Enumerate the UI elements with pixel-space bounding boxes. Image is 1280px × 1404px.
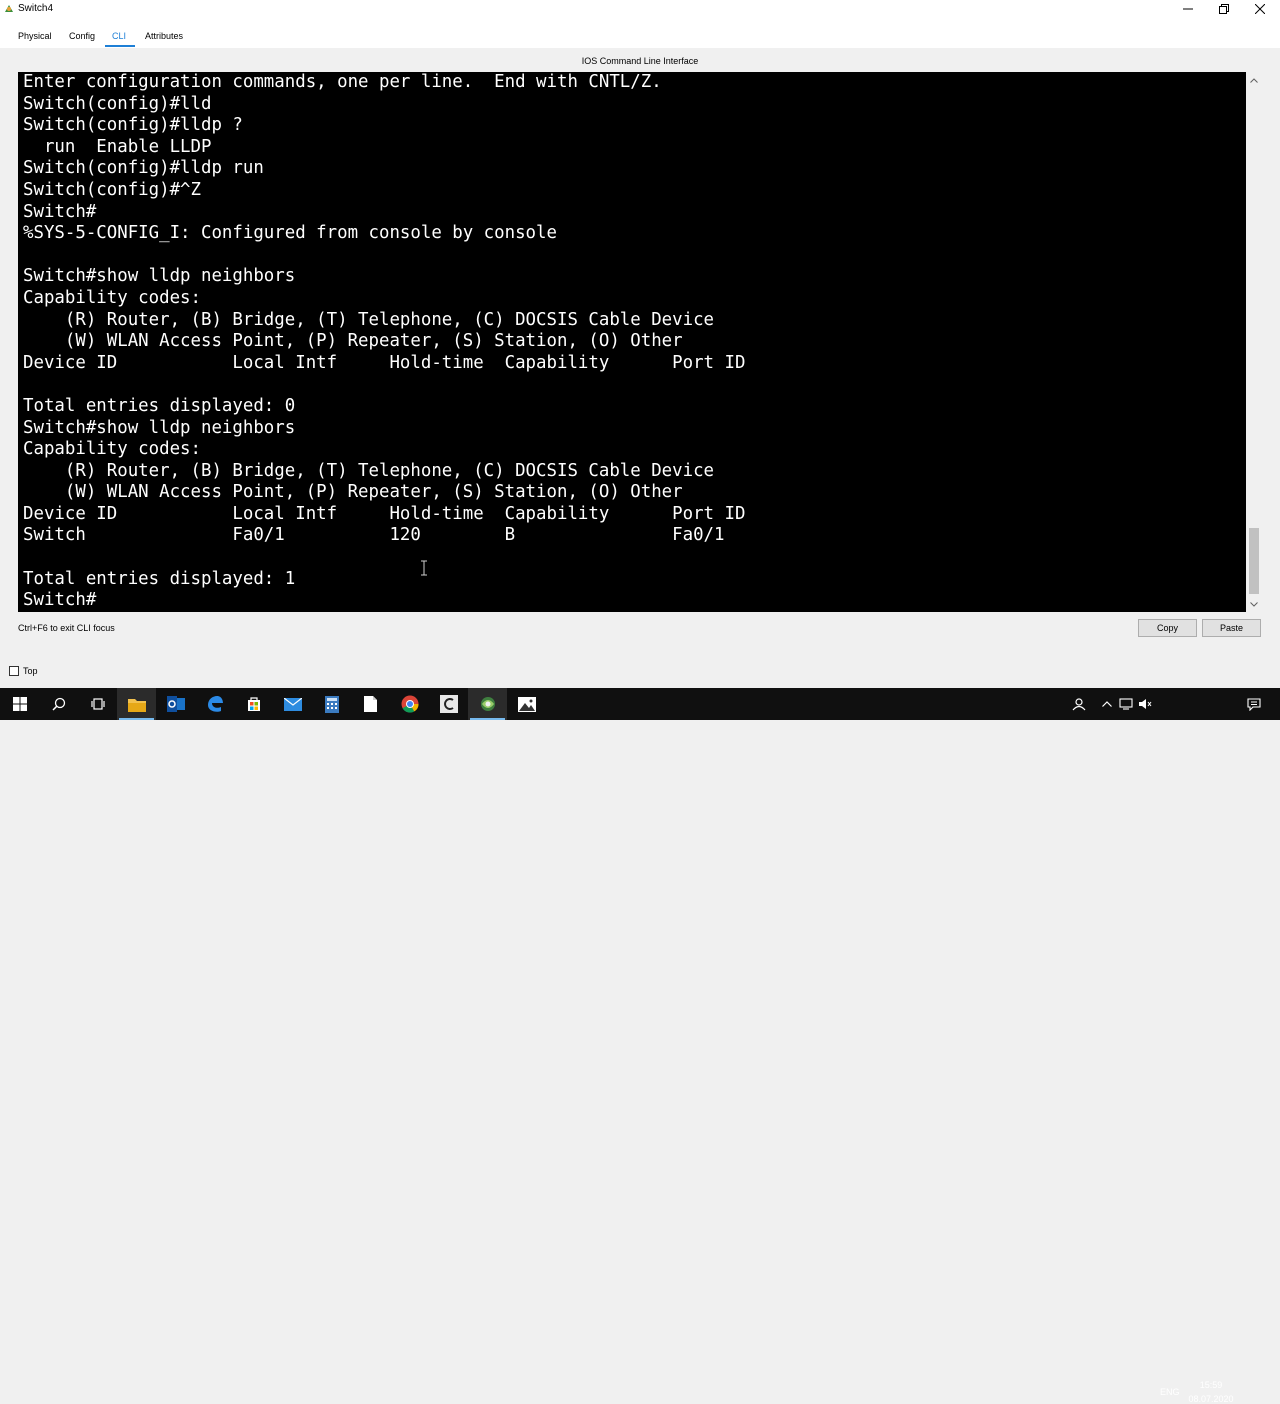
windows-logo-icon xyxy=(12,697,27,711)
terminal-line: Capability codes: xyxy=(23,439,201,460)
top-checkbox[interactable] xyxy=(9,666,19,676)
taskbar-calculator[interactable] xyxy=(312,688,351,720)
calculator-icon xyxy=(324,695,339,713)
packet-tracer-icon xyxy=(5,5,13,12)
people-icon[interactable] xyxy=(1071,696,1087,712)
scroll-down-button[interactable] xyxy=(1246,596,1262,612)
language-indicator[interactable]: ENG xyxy=(1160,1387,1180,1397)
taskbar-edge[interactable] xyxy=(195,688,234,720)
packet-tracer-icon xyxy=(480,697,495,711)
taskbar-document[interactable] xyxy=(351,688,390,720)
title-bar: Switch4 xyxy=(0,0,1280,18)
outlook-icon xyxy=(166,696,185,712)
photos-icon xyxy=(517,696,536,712)
cli-focus-hint: Ctrl+F6 to exit CLI focus xyxy=(18,623,115,633)
terminal-line: Switch(config)#lldp run xyxy=(23,158,264,179)
taskbar-chrome[interactable] xyxy=(390,688,429,720)
task-view-icon xyxy=(90,698,105,710)
search-button[interactable] xyxy=(39,688,78,720)
taskbar-outlook[interactable] xyxy=(156,688,195,720)
terminal-line: Switch Fa0/1 120 B Fa0/1 xyxy=(23,525,725,546)
terminal-line: Total entries displayed: 0 xyxy=(23,395,296,416)
folder-icon xyxy=(127,698,146,712)
taskbar-mail[interactable] xyxy=(273,688,312,720)
device-window: Switch4 Physical Config CLI Attributes I… xyxy=(0,0,1280,688)
document-icon xyxy=(364,696,377,712)
terminal-line: Switch(config)#lldp ? xyxy=(23,115,243,136)
terminal-line: run Enable LLDP xyxy=(23,136,212,157)
chevron-up-icon[interactable] xyxy=(1099,696,1115,712)
top-checkbox-label: Top xyxy=(23,666,38,676)
terminal-line: %SYS-5-CONFIG_I: Configured from console… xyxy=(23,223,557,244)
tab-physical[interactable]: Physical xyxy=(18,31,52,41)
tab-bar: Physical Config CLI Attributes xyxy=(0,18,1280,48)
terminal-line: (W) WLAN Access Point, (P) Repeater, (S)… xyxy=(23,482,683,503)
terminal-line: Switch(config)#lld xyxy=(23,93,212,114)
terminal-output: Enter configuration commands, one per li… xyxy=(23,72,1248,612)
volume-muted-icon[interactable] xyxy=(1137,696,1153,712)
taskbar-packet-tracer[interactable] xyxy=(468,688,507,720)
windows-taskbar: ENG 15:59 08.07.2020 xyxy=(0,688,1280,1404)
network-icon[interactable] xyxy=(1118,696,1134,712)
terminal-line: Device ID Local Intf Hold-time Capabilit… xyxy=(23,352,746,373)
store-icon xyxy=(247,697,260,711)
terminal-line: Switch#show lldp neighbors xyxy=(23,417,296,438)
minimize-icon xyxy=(1183,8,1193,10)
restore-button[interactable] xyxy=(1206,0,1242,18)
terminal-line: (W) WLAN Access Point, (P) Repeater, (S)… xyxy=(23,331,683,352)
window-title: Switch4 xyxy=(18,3,54,14)
start-button[interactable] xyxy=(0,688,39,720)
terminal-line: (R) Router, (B) Bridge, (T) Telephone, (… xyxy=(23,460,715,481)
c-app-icon xyxy=(439,695,458,713)
close-icon xyxy=(1255,4,1265,14)
scroll-thumb[interactable] xyxy=(1249,528,1259,594)
tab-attributes[interactable]: Attributes xyxy=(145,31,183,41)
text-cursor-icon xyxy=(421,560,427,576)
terminal-line: Switch# xyxy=(23,201,97,222)
active-tab-indicator xyxy=(105,45,135,47)
close-button[interactable] xyxy=(1242,0,1278,18)
notifications-icon[interactable] xyxy=(1246,696,1262,712)
tab-cli[interactable]: CLI xyxy=(112,31,126,41)
terminal-line: Capability codes: xyxy=(23,287,201,308)
terminal-line: Enter configuration commands, one per li… xyxy=(23,72,662,92)
taskbar-store[interactable] xyxy=(234,688,273,720)
paste-button[interactable]: Paste xyxy=(1202,619,1261,637)
search-icon xyxy=(51,697,65,711)
mail-icon xyxy=(283,697,302,711)
edge-icon xyxy=(207,696,223,712)
cli-heading: IOS Command Line Interface xyxy=(581,56,699,66)
terminal-line: Switch(config)#^Z xyxy=(23,179,201,200)
task-view-button[interactable] xyxy=(78,688,117,720)
terminal-scrollbar[interactable] xyxy=(1246,72,1262,612)
copy-button[interactable]: Copy xyxy=(1138,619,1197,637)
bottom-bar xyxy=(0,662,1280,688)
terminal-line: Switch#show lldp neighbors xyxy=(23,266,296,287)
terminal-line: Switch# xyxy=(23,590,97,611)
cli-terminal[interactable]: Enter configuration commands, one per li… xyxy=(18,72,1262,612)
restore-icon xyxy=(1219,4,1229,14)
chrome-icon xyxy=(401,695,419,713)
terminal-line: (R) Router, (B) Bridge, (T) Telephone, (… xyxy=(23,309,715,330)
chevron-up-icon xyxy=(1250,77,1258,83)
taskbar-app-c[interactable] xyxy=(429,688,468,720)
clock-date[interactable]: 08.07.2020 xyxy=(1186,1394,1236,1404)
tab-config[interactable]: Config xyxy=(69,31,95,41)
taskbar-file-explorer[interactable] xyxy=(117,688,156,720)
terminal-line: Total entries displayed: 1 xyxy=(23,568,296,589)
chevron-down-icon xyxy=(1250,601,1258,607)
terminal-line: Device ID Local Intf Hold-time Capabilit… xyxy=(23,503,746,524)
minimize-button[interactable] xyxy=(1170,0,1206,18)
clock-time[interactable]: 15:59 xyxy=(1196,1380,1226,1390)
scroll-up-button[interactable] xyxy=(1246,72,1262,88)
taskbar-photos[interactable] xyxy=(507,688,546,720)
